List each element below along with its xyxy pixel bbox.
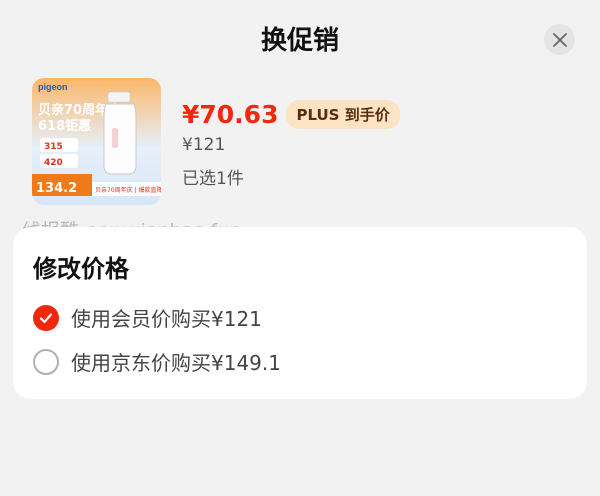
original-price: ¥121 xyxy=(182,135,226,155)
jd-price-label: 使用京东价购买¥149.1 xyxy=(71,351,281,375)
promo-price: ¥70.63 xyxy=(182,100,279,129)
jd-price-option[interactable]: 使用京东价购买¥149.1 xyxy=(33,347,281,376)
checked-radio-icon[interactable] xyxy=(33,304,59,331)
image-final-price: 134.2 xyxy=(36,181,77,196)
unchecked-radio-icon[interactable] xyxy=(33,348,59,375)
header: 换促销 xyxy=(0,0,600,76)
close-button[interactable] xyxy=(544,24,575,55)
section-title: 修改价格 xyxy=(33,255,129,283)
member-price-label: 使用会员价购买¥121 xyxy=(71,307,262,331)
image-banner-line2: 618钜惠 xyxy=(38,118,91,134)
brand-logo: pigeon xyxy=(38,82,68,92)
page-title: 换促销 xyxy=(260,26,339,56)
image-price-tag-1: 315 xyxy=(44,142,63,152)
plus-price-badge: PLUS 到手价 xyxy=(286,100,400,129)
modify-price-card: 修改价格 使用会员价购买¥121 使用京东价购买¥149.1 xyxy=(13,227,587,399)
check-icon xyxy=(39,312,53,323)
close-icon xyxy=(552,32,567,47)
image-footer-text: 贝亲70周年庆 | 爆款直降 xyxy=(95,186,161,194)
selected-count: 已选1件 xyxy=(182,169,244,189)
image-price-tag-2: 420 xyxy=(44,158,63,168)
product-image[interactable]: pigeon 贝亲70周年庆 618钜惠 315 420 134.2 贝亲70周… xyxy=(32,78,161,205)
product-image-graphic: pigeon 贝亲70周年庆 618钜惠 315 420 134.2 贝亲70周… xyxy=(32,78,161,205)
member-price-option[interactable]: 使用会员价购买¥121 xyxy=(33,303,262,332)
price-row: ¥70.63 PLUS 到手价 xyxy=(182,100,400,129)
